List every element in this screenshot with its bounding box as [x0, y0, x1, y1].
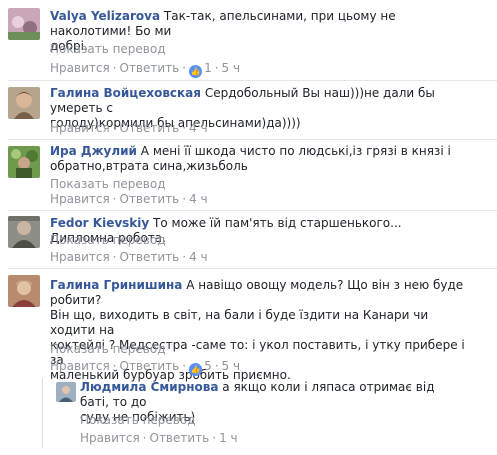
- avatar[interactable]: [8, 8, 40, 40]
- reply-link[interactable]: Ответить: [120, 250, 180, 264]
- comment-author[interactable]: Ира Джулий: [50, 144, 137, 158]
- avatar[interactable]: [56, 382, 76, 402]
- comment-author[interactable]: Fedor Kievskiy: [50, 216, 149, 230]
- divider: [8, 268, 497, 269]
- like-link[interactable]: Нравится: [50, 359, 110, 373]
- thumbs-up-icon: 👍: [189, 65, 203, 78]
- comment-body: Ира Джулий А мені її шкода чисто по людс…: [50, 144, 467, 174]
- avatar[interactable]: [8, 216, 40, 248]
- reply-link[interactable]: Ответить: [120, 61, 180, 75]
- translate-link[interactable]: Показать перевод: [50, 342, 166, 357]
- reply-thread-line: [42, 378, 43, 448]
- like-link[interactable]: Нравится: [50, 192, 110, 206]
- comment-time[interactable]: 4 ч: [189, 250, 208, 264]
- comment-actions: Нравится · Ответить · 4 ч: [50, 192, 208, 206]
- like-link[interactable]: Нравится: [50, 121, 110, 135]
- comment-author[interactable]: Галина Гринишина: [50, 278, 182, 292]
- translate-link[interactable]: Показать перевод: [50, 42, 166, 57]
- comment-author[interactable]: Valya Yelizarova: [50, 9, 160, 23]
- comment-time[interactable]: 5 ч: [222, 359, 241, 373]
- like-link[interactable]: Нравится: [80, 431, 140, 445]
- reply-link[interactable]: Ответить: [150, 431, 210, 445]
- comment-author[interactable]: Людмила Смирнова: [80, 380, 218, 394]
- comment-author[interactable]: Галина Войцеховская: [50, 86, 201, 100]
- reply-link[interactable]: Ответить: [120, 121, 180, 135]
- like-count[interactable]: 1: [204, 61, 212, 75]
- comment-actions: Нравится · Ответить · 1 ч: [80, 431, 238, 445]
- comment-time[interactable]: 1 ч: [219, 431, 238, 445]
- translate-link[interactable]: Показать перевод: [80, 413, 196, 428]
- divider: [8, 139, 497, 140]
- thumbs-up-icon: 👍: [189, 363, 203, 376]
- comment-text: обратно,втрата сина,жизьболь: [50, 159, 248, 173]
- comment-actions: Нравится · Ответить · 👍 5 · 5 ч: [50, 359, 241, 376]
- comment-actions: Нравится · Ответить · 4 ч: [50, 121, 208, 135]
- divider: [8, 80, 497, 81]
- comment-text: Він що, виходить в світ, на бали і буде …: [50, 308, 429, 337]
- avatar[interactable]: [8, 146, 40, 178]
- avatar[interactable]: [8, 275, 40, 307]
- divider: [8, 210, 497, 211]
- comment-time[interactable]: 5 ч: [222, 61, 241, 75]
- comment-time[interactable]: 4 ч: [189, 192, 208, 206]
- like-link[interactable]: Нравится: [50, 61, 110, 75]
- like-count[interactable]: 5: [204, 359, 212, 373]
- comment-text: А мені її шкода чисто по людські,із гряз…: [140, 144, 451, 158]
- like-link[interactable]: Нравится: [50, 250, 110, 264]
- reply-link[interactable]: Ответить: [120, 359, 180, 373]
- reply-link[interactable]: Ответить: [120, 192, 180, 206]
- comment-actions: Нравится · Ответить · 👍 1 · 5 ч: [50, 61, 241, 78]
- translate-link[interactable]: Показать перевод: [50, 233, 166, 248]
- comment-actions: Нравится · Ответить · 4 ч: [50, 250, 208, 264]
- avatar[interactable]: [8, 87, 40, 119]
- comment-time[interactable]: 4 ч: [189, 121, 208, 135]
- translate-link[interactable]: Показать перевод: [50, 177, 166, 192]
